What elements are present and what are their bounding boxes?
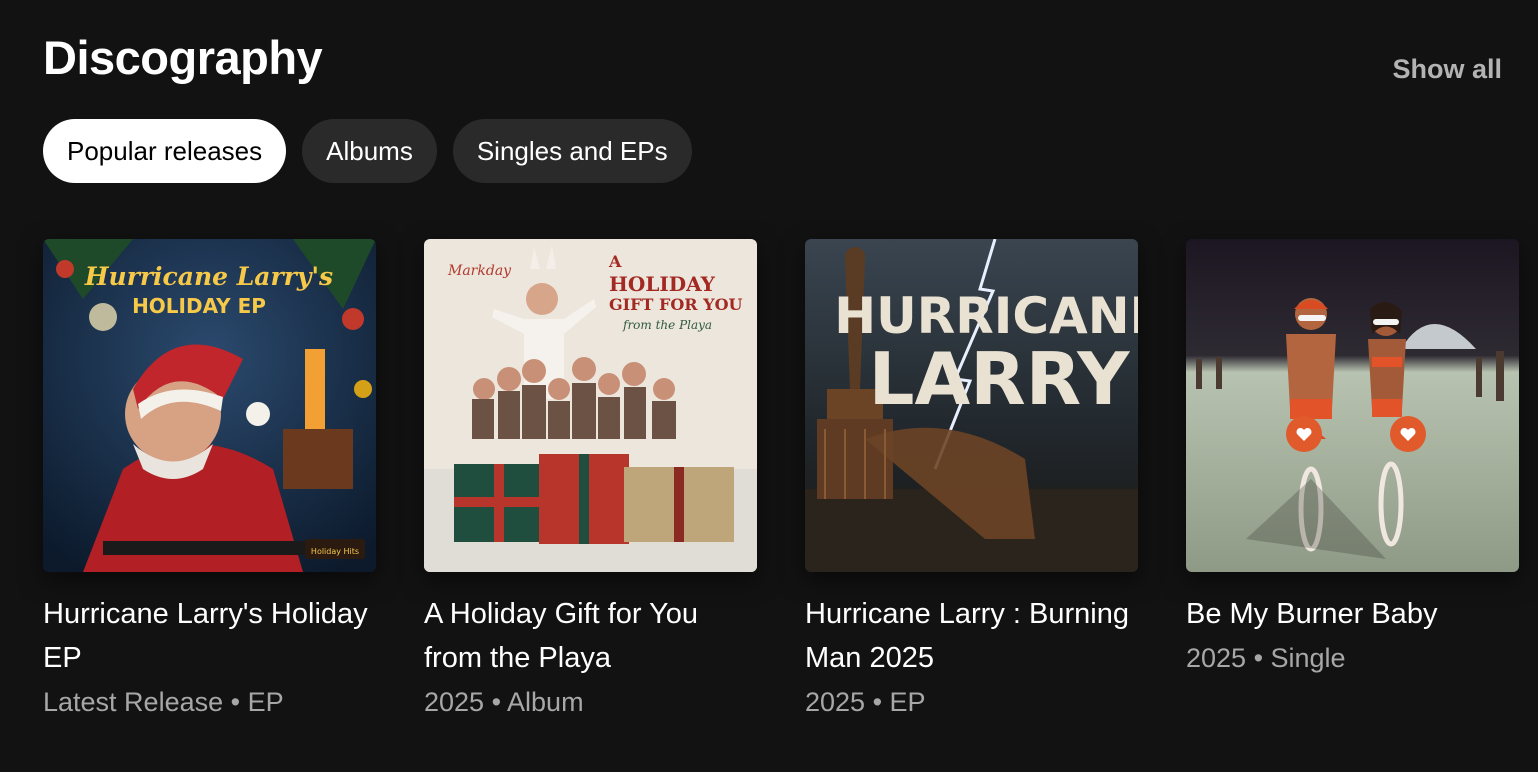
burner-baby-artwork: [1186, 239, 1519, 572]
svg-text:Holiday Hits: Holiday Hits: [311, 547, 359, 556]
release-subtitle: 2025 • Single: [1186, 643, 1346, 673]
burning-man-artwork: HURRICANE LARRY: [805, 239, 1138, 572]
svg-text:HOLIDAY: HOLIDAY: [609, 272, 716, 296]
filter-chip-singles-eps[interactable]: Singles and EPs: [452, 119, 692, 183]
svg-text:A: A: [608, 252, 622, 271]
filter-chips: Popular releases Albums Singles and EPs: [43, 119, 692, 183]
holiday-gift-artwork: Markday A HOLIDAY GIFT FOR YOU from the …: [424, 239, 757, 572]
release-title[interactable]: Be My Burner Baby: [1186, 592, 1519, 636]
release-title[interactable]: Hurricane Larry's Holiday EP: [43, 592, 376, 680]
release-title[interactable]: A Holiday Gift for You from the Playa: [424, 592, 757, 680]
release-card[interactable]: Markday A HOLIDAY GIFT FOR YOU from the …: [424, 239, 757, 720]
release-card[interactable]: HURRICANE LARRY Hurricane Larry : Burnin…: [805, 239, 1138, 720]
release-list: Hurricane Larry's HOLIDAY EP Holiday Hit…: [43, 239, 1519, 720]
discography-section: Discography Show all Popular releases Al…: [0, 0, 1538, 772]
svg-text:HOLIDAY EP: HOLIDAY EP: [132, 294, 266, 318]
holiday-gift-cover[interactable]: Markday A HOLIDAY GIFT FOR YOU from the …: [424, 239, 757, 572]
burning-man-cover[interactable]: HURRICANE LARRY: [805, 239, 1138, 572]
svg-text:LARRY: LARRY: [869, 337, 1131, 421]
svg-text:GIFT FOR YOU: GIFT FOR YOU: [609, 295, 743, 314]
release-card[interactable]: Hurricane Larry's HOLIDAY EP Holiday Hit…: [43, 239, 376, 720]
release-card[interactable]: Be My Burner Baby 2025 • Single: [1186, 239, 1519, 720]
svg-text:from the Playa: from the Playa: [622, 318, 712, 332]
holiday-ep-artwork: Hurricane Larry's HOLIDAY EP Holiday Hit…: [43, 239, 376, 572]
section-title: Discography: [43, 31, 323, 84]
show-all-link[interactable]: Show all: [1392, 54, 1502, 85]
release-subtitle: 2025 • EP: [805, 687, 926, 717]
release-title[interactable]: Hurricane Larry : Burning Man 2025: [805, 592, 1138, 680]
filter-chip-popular-releases[interactable]: Popular releases: [43, 119, 287, 183]
filter-chip-albums[interactable]: Albums: [302, 119, 437, 183]
burner-baby-cover[interactable]: [1186, 239, 1519, 572]
release-subtitle: Latest Release • EP: [43, 687, 284, 717]
holiday-ep-cover[interactable]: Hurricane Larry's HOLIDAY EP Holiday Hit…: [43, 239, 376, 572]
svg-text:Hurricane Larry's: Hurricane Larry's: [84, 262, 333, 291]
svg-text:Markday: Markday: [447, 263, 512, 279]
release-subtitle: 2025 • Album: [424, 687, 584, 717]
